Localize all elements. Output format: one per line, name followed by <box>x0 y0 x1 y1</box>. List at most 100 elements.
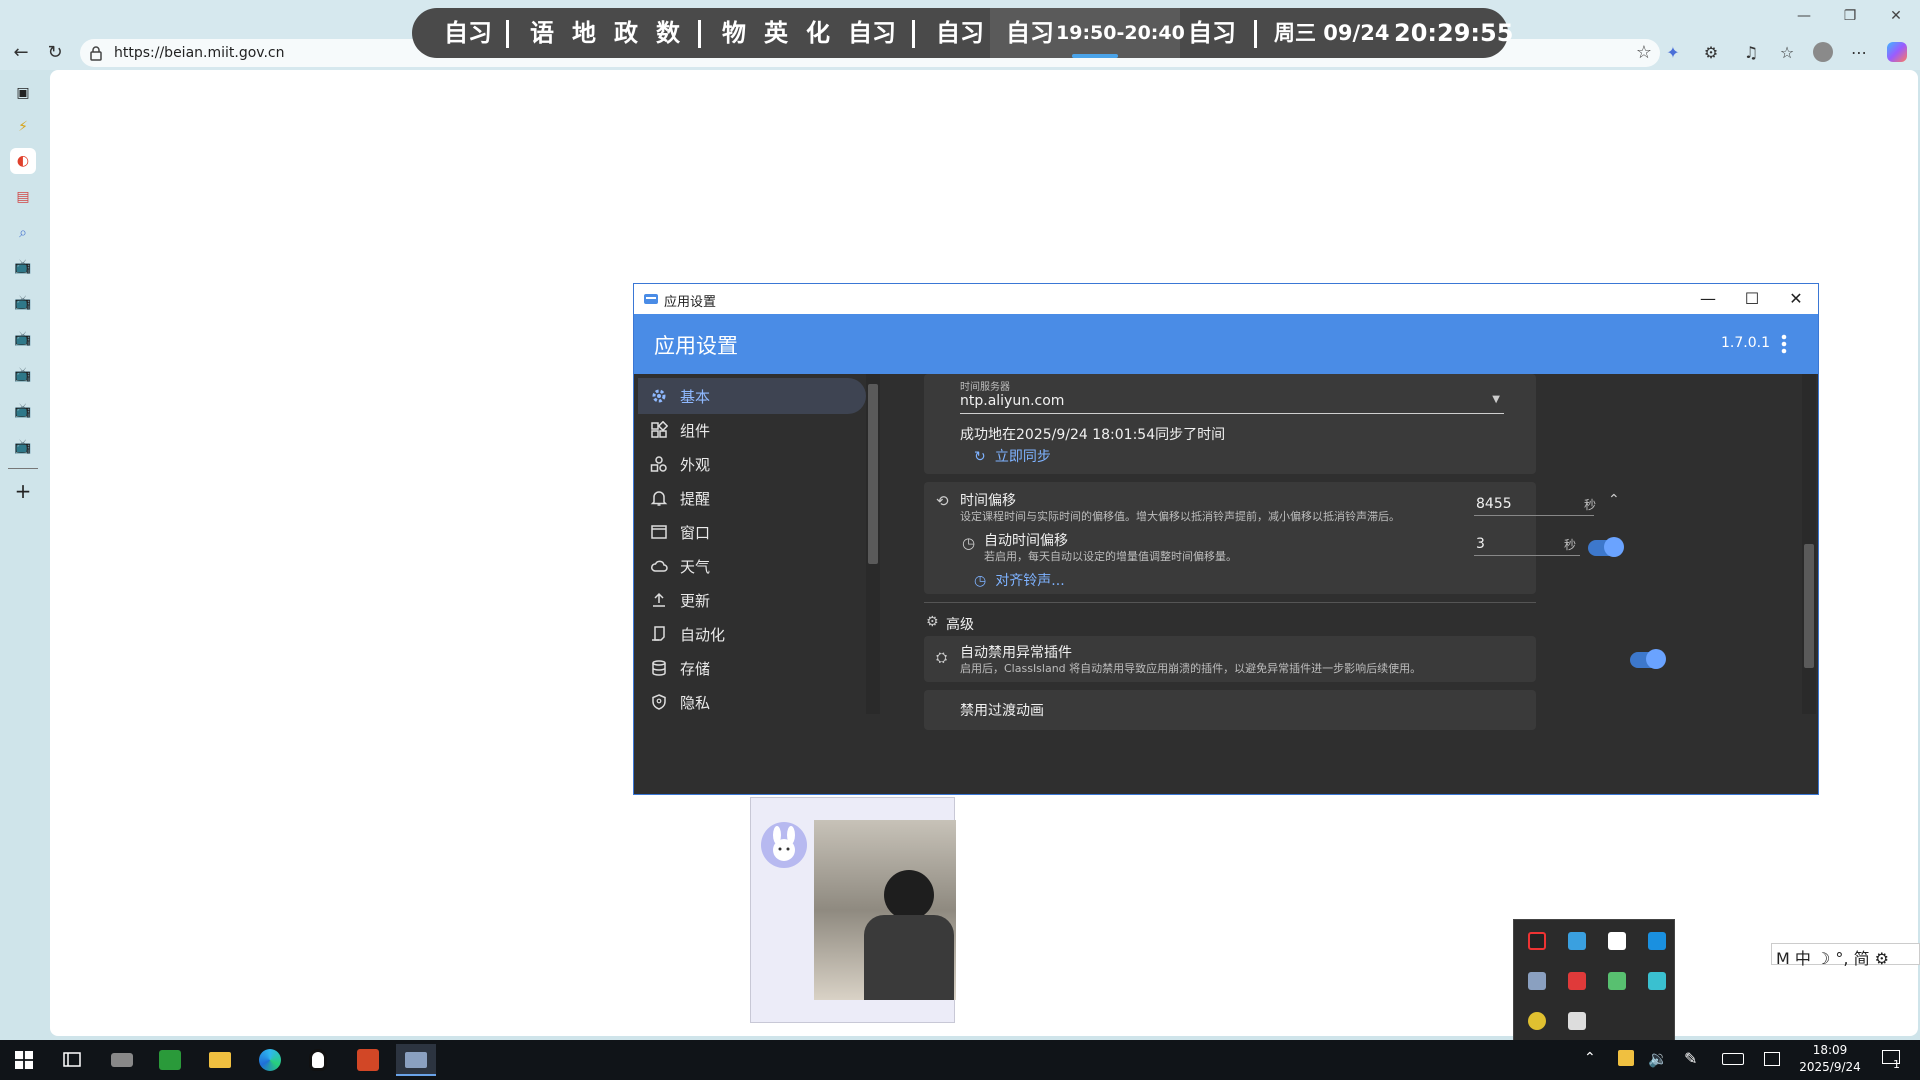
gear-icon <box>652 389 666 403</box>
nav-label: 自动化 <box>680 626 726 644</box>
lesson-item: 英 <box>764 19 788 47</box>
chevron-up-icon[interactable]: ⌃ <box>1608 492 1620 508</box>
tray-overflow-chevron-icon[interactable]: ⌃ <box>1584 1050 1596 1066</box>
time-offset-card: ⟲ 时间偏移 设定课程时间与实际时间的偏移值。增大偏移以抵消铃声提前，减小偏移以… <box>924 482 1624 594</box>
grid-tray-icon[interactable] <box>1608 932 1626 950</box>
tab-actions-icon[interactable]: ▣ <box>10 80 36 106</box>
favorites-icon[interactable]: ☆ <box>1776 42 1798 64</box>
app-tray-icon[interactable] <box>1648 932 1666 950</box>
plugin-icon: ⛭ <box>936 650 948 666</box>
video-body <box>864 915 954 1000</box>
main-scroll-thumb[interactable] <box>1804 544 1814 668</box>
volume-icon[interactable]: 🔉 <box>1648 1049 1668 1068</box>
auto-offset-unit: 秒 <box>1564 538 1577 552</box>
refresh-button[interactable]: ↻ <box>42 40 68 66</box>
start-button[interactable] <box>4 1044 44 1076</box>
tab-search-icon[interactable]: ⌕ <box>10 220 36 246</box>
nav-item-update[interactable]: 更新 <box>638 582 866 618</box>
restore-button[interactable]: ❐ <box>1832 4 1868 28</box>
advanced-gear-icon: ⚙ <box>926 614 939 630</box>
taskbar-classisland[interactable] <box>396 1044 436 1076</box>
nav-item-window[interactable]: 窗口 <box>638 514 866 550</box>
pen-icon[interactable]: ✎ <box>1684 1049 1697 1068</box>
tab-favicon-2[interactable]: ◐ <box>10 148 36 174</box>
media-icon[interactable]: ♫ <box>1740 42 1762 64</box>
keyboard-icon[interactable] <box>1722 1053 1744 1065</box>
task-view-button[interactable] <box>52 1044 92 1076</box>
taskbar-file-explorer[interactable] <box>200 1044 240 1076</box>
more-menu-icon[interactable]: ⋯ <box>1848 42 1870 64</box>
minimize-button[interactable]: — <box>1786 4 1822 28</box>
nav-item-privacy[interactable]: 隐私 <box>638 684 866 720</box>
tab-favicon-1[interactable]: ⚡ <box>10 114 36 140</box>
nav-item-weather[interactable]: 天气 <box>638 548 866 584</box>
tab-bilibili-icon-3[interactable]: 📺 <box>10 326 36 352</box>
sync-now-button[interactable]: ↻ 立即同步 <box>974 446 1051 468</box>
avatar[interactable] <box>761 822 807 868</box>
align-bell-button[interactable]: ◷ 对齐铃声... <box>974 570 1065 590</box>
video-person <box>884 870 934 920</box>
version-text: 1.7.0.1 <box>1721 335 1770 351</box>
auto-offset-toggle[interactable] <box>1588 537 1624 557</box>
nav-scrollbar[interactable] <box>866 374 880 714</box>
tab-bilibili-icon-5[interactable]: 📺 <box>10 398 36 424</box>
lesson-item: 自习 <box>848 19 896 47</box>
classisland-tray-icon[interactable] <box>1528 972 1546 990</box>
tab-bilibili-icon-1[interactable]: 📺 <box>10 254 36 280</box>
sync-tray-icon[interactable] <box>1648 972 1666 990</box>
lesson-item: 物 <box>722 19 746 47</box>
network-tray-icon[interactable] <box>1568 932 1586 950</box>
window-icon <box>651 525 667 539</box>
taskbar-edge[interactable] <box>250 1044 290 1076</box>
nav-item-reminders[interactable]: 提醒 <box>638 480 866 516</box>
tab-favicon-3[interactable]: ▤ <box>10 184 36 210</box>
speaker-tray-icon[interactable] <box>1568 972 1586 990</box>
nav-item-basic[interactable]: 基本 <box>638 378 866 414</box>
favorite-star-icon[interactable]: ☆ <box>1636 42 1652 63</box>
window-close-button[interactable]: ✕ <box>1774 284 1818 314</box>
copilot-icon[interactable] <box>1886 42 1908 64</box>
close-button[interactable]: ✕ <box>1878 4 1914 28</box>
window-titlebar: 应用设置 — ☐ ✕ <box>634 284 1818 314</box>
display-icon[interactable] <box>1764 1052 1780 1066</box>
app-header: 应用设置 1.7.0.1 <box>634 314 1818 374</box>
notification-center-button[interactable]: 1 <box>1880 1048 1904 1072</box>
time-offset-title: 时间偏移 <box>960 493 1016 509</box>
ime-toolbar[interactable]: M 中 ☽ °, 简 ⚙ <box>1771 943 1920 968</box>
taskbar-app-1[interactable] <box>102 1044 142 1076</box>
taskbar-qq[interactable] <box>298 1044 338 1076</box>
tab-bilibili-icon-4[interactable]: 📺 <box>10 362 36 388</box>
nav-item-storage[interactable]: 存储 <box>638 650 866 686</box>
main-scrollbar[interactable] <box>1802 374 1816 714</box>
nav-item-automation[interactable]: 自动化 <box>638 616 866 652</box>
nav-item-appearance[interactable]: 外观 <box>638 446 866 482</box>
profile-avatar-icon[interactable] <box>1812 42 1834 64</box>
taskbar-app-en[interactable] <box>150 1044 190 1076</box>
taskbar-powerpoint[interactable] <box>348 1044 388 1076</box>
qq-tray-icon[interactable] <box>1528 932 1546 950</box>
back-button[interactable]: ← <box>8 40 34 66</box>
nav-item-widgets[interactable]: 组件 <box>638 412 866 448</box>
window-maximize-button[interactable]: ☐ <box>1730 284 1774 314</box>
new-tab-plus-icon[interactable]: + <box>10 478 36 504</box>
nav-scroll-thumb[interactable] <box>868 384 878 564</box>
taskbar-clock[interactable]: 18:09 2025/9/24 <box>1798 1042 1862 1076</box>
security-shield-icon[interactable] <box>1618 1050 1634 1066</box>
security-tray-icon[interactable] <box>1608 972 1626 990</box>
nav-label: 基本 <box>680 388 711 406</box>
nav-label: 外观 <box>680 456 711 474</box>
video-feed[interactable] <box>814 820 956 1000</box>
coin-tray-icon[interactable] <box>1528 1012 1546 1030</box>
extensions-puzzle-icon[interactable]: ⚙ <box>1700 42 1722 64</box>
auto-disable-toggle[interactable] <box>1630 649 1666 669</box>
disable-animation-card: 禁用过渡动画 <box>924 690 1536 730</box>
more-vert-icon[interactable] <box>1774 329 1794 359</box>
widgets-icon <box>651 421 668 438</box>
display-tray-icon[interactable] <box>1568 1012 1586 1030</box>
window-minimize-button[interactable]: — <box>1686 284 1730 314</box>
extension-icon-1[interactable]: ✦ <box>1662 42 1684 64</box>
app-icon <box>644 294 658 304</box>
tab-bilibili-icon-2[interactable]: 📺 <box>10 290 36 316</box>
time-server-dropdown[interactable]: ntp.aliyun.com ▼ <box>960 392 1504 414</box>
tab-bilibili-icon-6[interactable]: 📺 <box>10 434 36 460</box>
